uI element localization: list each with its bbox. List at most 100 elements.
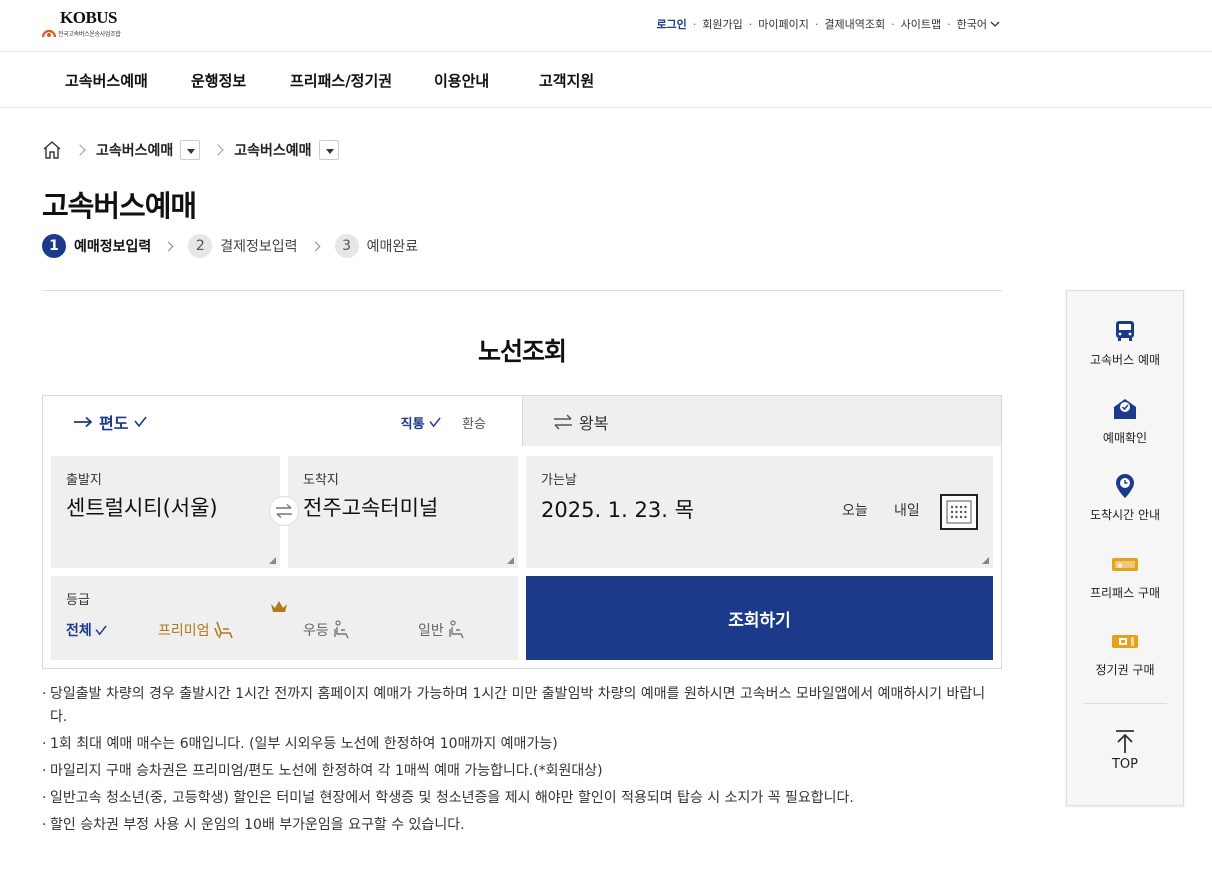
arrow-right-icon	[74, 416, 93, 428]
gnb-item-operation-info[interactable]: 운행정보	[191, 70, 246, 91]
grade-field: 등급 전체 프리미엄 우등 일반	[51, 576, 518, 660]
grade-excellent-option[interactable]: 우등	[303, 620, 352, 640]
swap-arrows-icon	[554, 414, 572, 430]
route-direct-option[interactable]: 직통	[401, 413, 442, 432]
tab-roundtrip[interactable]: 왕복	[522, 396, 1001, 446]
grade-standard-option[interactable]: 일반	[418, 620, 467, 640]
route-transfer-option[interactable]: 환승	[462, 413, 486, 432]
quick-item-bus-booking[interactable]: 고속버스 예매	[1067, 317, 1183, 368]
login-link[interactable]: 로그인	[656, 16, 686, 32]
breadcrumb-item: 고속버스예매	[96, 143, 174, 159]
route-search-form: 편도 직통 환승 왕복 출발지 센트럴시티(서울) 도착지 전주고속터미널 가는…	[42, 395, 1002, 669]
swap-stations-button[interactable]	[269, 496, 299, 526]
home-icon[interactable]	[42, 140, 62, 160]
step-2: 2 결제정보입력	[188, 234, 298, 258]
language-label: 한국어	[956, 18, 987, 31]
departure-value: 센트럴시티(서울)	[66, 496, 218, 520]
scroll-top-button[interactable]: TOP	[1067, 727, 1183, 772]
gnb-item-express-booking[interactable]: 고속버스예매	[65, 70, 148, 91]
section-divider	[42, 290, 1002, 291]
season-ticket-icon	[1112, 635, 1138, 648]
route-type-options: 직통 환승	[401, 413, 486, 432]
arrival-field[interactable]: 도착지 전주고속터미널	[288, 456, 518, 568]
kobus-logo[interactable]: KOBUS 전국고속버스운송사업조합	[42, 8, 132, 42]
breadcrumb-separator-icon	[74, 144, 86, 156]
logo-subtitle: 전국고속버스운송사업조합	[58, 31, 121, 38]
step-chevron-icon	[310, 241, 321, 251]
breadcrumb-item: 고속버스예매	[234, 143, 312, 159]
date-value: 2025. 1. 23. 목	[541, 498, 694, 522]
arrow-up-icon	[1116, 730, 1134, 753]
tab-oneway[interactable]: 편도 직통 환승	[43, 396, 522, 446]
grade-label: 등급	[66, 593, 90, 608]
calendar-button[interactable]	[940, 494, 978, 530]
step-number: 3	[334, 234, 359, 258]
crown-icon	[271, 601, 287, 612]
utility-links: 로그인 · 회원가입 · 마이페이지 · 결제내역조회 · 사이트맵 · 한국어	[656, 16, 1000, 32]
gnb-item-freepass[interactable]: 프리패스/정기권	[290, 70, 392, 91]
mypage-link[interactable]: 마이페이지	[758, 16, 809, 32]
excellent-seat-icon	[334, 620, 349, 639]
resize-handle-icon	[507, 557, 514, 564]
premium-seat-icon	[213, 621, 233, 639]
step-3: 3 예매완료	[334, 234, 419, 258]
section-title: 노선조회	[477, 337, 567, 366]
quick-menu: 고속버스 예매 예매확인 도착시간 안내 프리패스 구매 정기권 구매 TOP	[1066, 290, 1184, 806]
arrival-value: 전주고속터미널	[303, 496, 439, 520]
tab-roundtrip-label: 왕복	[579, 414, 609, 433]
breadcrumb-separator-icon	[212, 144, 224, 156]
notice-item: 1회 최대 예매 매수는 6매입니다. (일부 시외우등 노선에 한정하여 10…	[42, 733, 1002, 756]
notice-list: 당일출발 차량의 경우 출발시간 1시간 전까지 홈페이지 예매가 가능하며 1…	[42, 683, 1002, 841]
resize-handle-icon	[982, 557, 989, 564]
language-select[interactable]: 한국어	[957, 16, 1000, 32]
step-number: 1	[42, 234, 66, 258]
trip-type-tabs: 편도 직통 환승 왕복	[43, 396, 1001, 446]
main-navigation: 고속버스예매 운행정보 프리패스/정기권 이용안내 고객지원	[0, 52, 1212, 108]
logo-brand: KOBUS	[60, 8, 118, 27]
date-field[interactable]: 가는날 2025. 1. 23. 목 오늘 내일	[526, 456, 993, 568]
quick-item-booking-check[interactable]: 예매확인	[1067, 395, 1183, 446]
arrival-label: 도착지	[303, 473, 339, 488]
notice-item: 일반고속 청소년(중, 고등학생) 할인은 터미널 현장에서 학생증 및 청소년…	[42, 787, 1002, 810]
breadcrumb-dropdown-button[interactable]	[318, 140, 339, 160]
quick-item-arrival-time[interactable]: 도착시간 안내	[1067, 472, 1183, 523]
payment-history-link[interactable]: 결제내역조회	[824, 16, 885, 32]
grade-premium-option[interactable]: 프리미엄	[158, 601, 287, 640]
quick-item-season-ticket[interactable]: 정기권 구매	[1067, 627, 1183, 678]
check-icon	[429, 417, 441, 428]
step-label: 예매완료	[366, 239, 419, 255]
ticket-check-icon	[1114, 399, 1136, 419]
quick-item-freepass[interactable]: 프리패스 구매	[1067, 550, 1183, 601]
gnb-item-guide[interactable]: 이용안내	[434, 70, 489, 91]
top-utility-bar: KOBUS 전국고속버스운송사업조합 로그인 · 회원가입 · 마이페이지 · …	[0, 0, 1212, 52]
today-button[interactable]: 오늘	[842, 500, 868, 520]
notice-item: 할인 승차권 부정 사용 시 운임의 10배 부가운임을 요구할 수 있습니다.	[42, 814, 1002, 837]
gnb-item-support[interactable]: 고객지원	[539, 70, 594, 91]
step-label: 결제정보입력	[220, 239, 298, 255]
signup-link[interactable]: 회원가입	[702, 16, 742, 32]
grade-all-option[interactable]: 전체	[66, 620, 108, 640]
calendar-icon	[946, 500, 972, 524]
page-title: 고속버스예매	[42, 189, 197, 223]
sitemap-link[interactable]: 사이트맵	[901, 16, 941, 32]
departure-field[interactable]: 출발지 센트럴시티(서울)	[51, 456, 280, 568]
bus-icon	[1116, 321, 1134, 341]
date-label: 가는날	[541, 473, 577, 488]
notice-item: 마일리지 구매 승차권은 프리미엄/편도 노선에 한정하여 각 1매씩 예매 가…	[42, 760, 1002, 783]
check-icon	[95, 624, 107, 635]
location-clock-icon	[1116, 474, 1134, 498]
notice-item: 당일출발 차량의 경우 출발시간 1시간 전까지 홈페이지 예매가 가능하며 1…	[42, 683, 1002, 729]
booking-steps: 1 예매정보입력 2 결제정보입력 3 예매완료	[42, 234, 418, 258]
tab-oneway-label: 편도	[99, 414, 129, 433]
breadcrumb: 고속버스예매 고속버스예매	[42, 138, 339, 162]
step-label: 예매정보입력	[74, 239, 152, 255]
breadcrumb-dropdown-button[interactable]	[180, 140, 201, 160]
tomorrow-button[interactable]: 내일	[894, 500, 920, 520]
chevron-down-icon	[990, 21, 1000, 27]
step-number: 2	[188, 234, 213, 258]
resize-handle-icon	[269, 557, 276, 564]
search-button[interactable]: 조회하기	[526, 576, 993, 660]
step-1: 1 예매정보입력	[42, 234, 151, 258]
check-icon	[134, 416, 148, 428]
swap-arrows-icon	[276, 504, 292, 518]
